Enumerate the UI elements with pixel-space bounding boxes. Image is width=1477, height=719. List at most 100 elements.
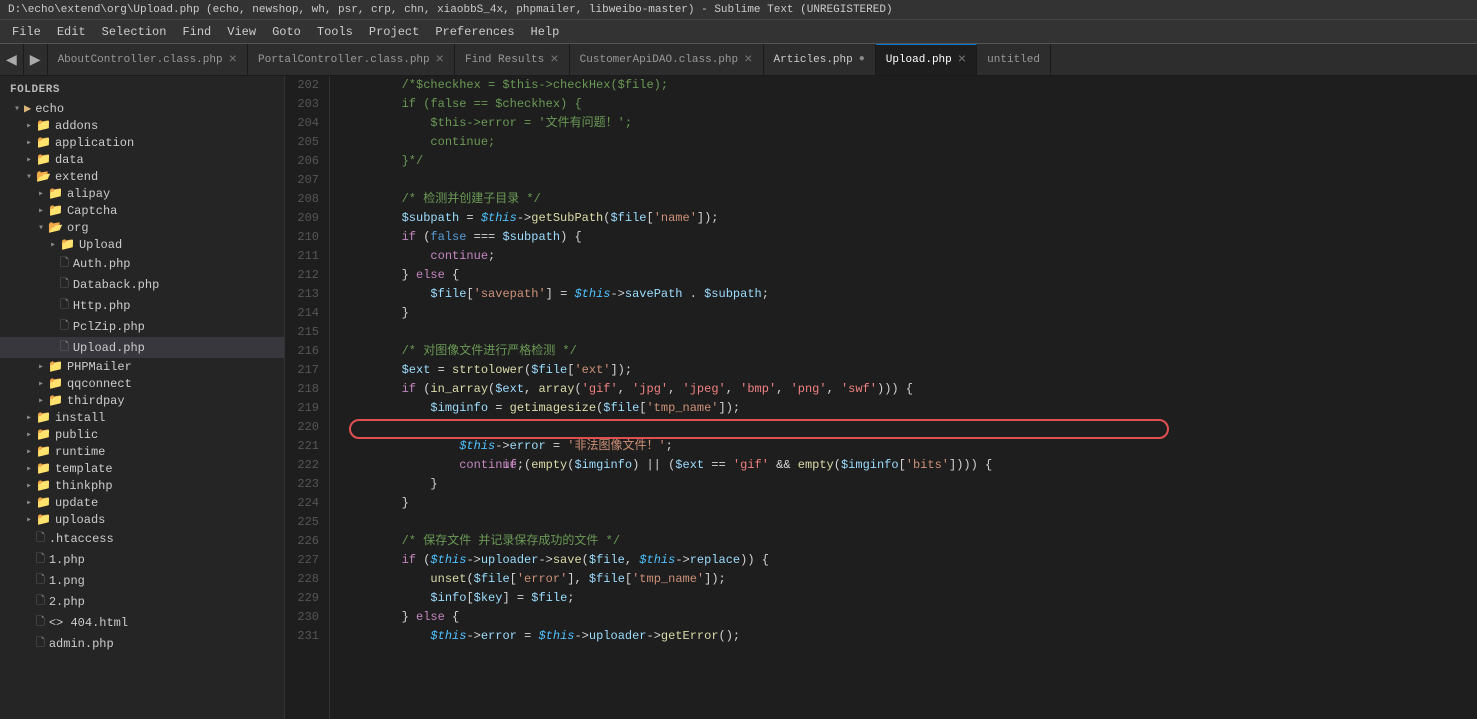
sidebar-item-databack[interactable]: 🗋 Databack.php [0, 274, 284, 295]
folder-label: update [55, 496, 98, 510]
sidebar-item-data[interactable]: ▸ 📁 data [0, 151, 284, 168]
file-label: .htaccess [49, 532, 114, 546]
line-num: 214 [295, 304, 319, 323]
code-line-229: $info[$key] = $file; [344, 589, 1477, 608]
folder-label: qqconnect [67, 377, 132, 391]
arrow-right-icon: ▸ [34, 378, 48, 390]
sidebar-item-pclzip[interactable]: 🗋 PclZip.php [0, 316, 284, 337]
menu-help[interactable]: Help [523, 23, 568, 41]
file-icon: 🗋 [36, 634, 45, 653]
tab-close-icon[interactable]: × [436, 53, 444, 67]
tab-close-icon[interactable]: × [744, 53, 752, 67]
menu-view[interactable]: View [219, 23, 264, 41]
file-icon: 🗋 [60, 338, 69, 357]
tab-prev-btn[interactable]: ◀ [0, 44, 24, 75]
sidebar-item-uploads[interactable]: ▸ 📁 uploads [0, 511, 284, 528]
file-icon: 🗋 [36, 613, 45, 632]
line-num: 219 [295, 399, 319, 418]
menu-goto[interactable]: Goto [264, 23, 309, 41]
tab-label: Articles.php [774, 54, 853, 66]
folder-label: uploads [55, 513, 105, 527]
menu-project[interactable]: Project [361, 23, 427, 41]
folder-label: alipay [67, 187, 110, 201]
code-line-209: $subpath = $this->getSubPath($file['name… [344, 209, 1477, 228]
arrow-right-icon: ▸ [22, 412, 36, 424]
line-num: 211 [295, 247, 319, 266]
line-num: 205 [295, 133, 319, 152]
file-label: <> 404.html [49, 616, 128, 630]
sidebar-item-htaccess[interactable]: 🗋 .htaccess [0, 528, 284, 549]
tab-close-icon[interactable]: × [229, 53, 237, 67]
sidebar-item-http[interactable]: 🗋 Http.php [0, 295, 284, 316]
line-num: 212 [295, 266, 319, 285]
line-num: 206 [295, 152, 319, 171]
arrow-right-icon: ▸ [34, 205, 48, 217]
sidebar-item-1php[interactable]: 🗋 1.php [0, 549, 284, 570]
tab-portal-controller[interactable]: PortalController.class.php × [248, 44, 455, 75]
sidebar-item-install[interactable]: ▸ 📁 install [0, 409, 284, 426]
folder-icon: 📂 [36, 169, 51, 184]
sidebar-item-upload-folder[interactable]: ▸ 📁 Upload [0, 236, 284, 253]
menu-selection[interactable]: Selection [94, 23, 175, 41]
annotation-oval [349, 419, 1169, 439]
line-num: 204 [295, 114, 319, 133]
tab-next-btn[interactable]: ▶ [24, 44, 48, 75]
menubar: File Edit Selection Find View Goto Tools… [0, 20, 1477, 44]
code-editor[interactable]: 202 203 204 205 206 207 208 209 210 211 … [285, 76, 1477, 719]
folder-icon: 📁 [36, 410, 51, 425]
sidebar-item-upload-php[interactable]: 🗋 Upload.php [0, 337, 284, 358]
sidebar-item-extend[interactable]: ▾ 📂 extend [0, 168, 284, 185]
sidebar-item-thinkphp[interactable]: ▸ 📁 thinkphp [0, 477, 284, 494]
folder-icon: 📁 [36, 512, 51, 527]
tab-customer-api[interactable]: CustomerApiDAO.class.php × [570, 44, 764, 75]
tab-about-controller[interactable]: AboutController.class.php × [48, 44, 248, 75]
folder-icon: 📁 [36, 152, 51, 167]
menu-find[interactable]: Find [174, 23, 219, 41]
folder-label: Upload [79, 238, 122, 252]
sidebar-item-echo[interactable]: ▾ ▶ echo [0, 100, 284, 117]
sidebar-item-thirdpay[interactable]: ▸ 📁 thirdpay [0, 392, 284, 409]
sidebar-item-addons[interactable]: ▸ 📁 addons [0, 117, 284, 134]
folder-icon: 📁 [36, 461, 51, 476]
file-label: Databack.php [73, 278, 159, 292]
menu-preferences[interactable]: Preferences [427, 23, 522, 41]
tab-close-icon[interactable]: × [958, 53, 966, 67]
sidebar-item-qqconnect[interactable]: ▸ 📁 qqconnect [0, 375, 284, 392]
titlebar-text: D:\echo\extend\org\Upload.php (echo, new… [8, 4, 893, 16]
sidebar-item-public[interactable]: ▸ 📁 public [0, 426, 284, 443]
code-line-221: $this->error = '非法图像文件！'; [344, 437, 1477, 456]
folder-icon: 📂 [48, 220, 63, 235]
sidebar-item-template[interactable]: ▸ 📁 template [0, 460, 284, 477]
sidebar-item-2php[interactable]: 🗋 2.php [0, 591, 284, 612]
line-num: 215 [295, 323, 319, 342]
code-line-228: unset($file['error'], $file['tmp_name'])… [344, 570, 1477, 589]
line-num: 225 [295, 513, 319, 532]
file-label: Http.php [73, 299, 131, 313]
tab-find-results[interactable]: Find Results × [455, 44, 570, 75]
sidebar-item-adminphp[interactable]: 🗋 admin.php [0, 633, 284, 654]
folder-label: data [55, 153, 84, 167]
folder-label: thinkphp [55, 479, 113, 493]
arrow-right-icon: ▸ [22, 429, 36, 441]
sidebar-item-captcha[interactable]: ▸ 📁 Captcha [0, 202, 284, 219]
code-line-230: } else { [344, 608, 1477, 627]
tab-articles[interactable]: Articles.php ● [764, 44, 876, 75]
menu-file[interactable]: File [4, 23, 49, 41]
sidebar-item-runtime[interactable]: ▸ 📁 runtime [0, 443, 284, 460]
sidebar-item-update[interactable]: ▸ 📁 update [0, 494, 284, 511]
tab-close-icon[interactable]: × [550, 53, 558, 67]
folder-icon: 📁 [36, 118, 51, 133]
sidebar-item-auth[interactable]: 🗋 Auth.php [0, 253, 284, 274]
sidebar-item-org[interactable]: ▾ 📂 org [0, 219, 284, 236]
sidebar-item-application[interactable]: ▸ 📁 application [0, 134, 284, 151]
code-line-203: if (false == $checkhex) { [344, 95, 1477, 114]
line-num: 213 [295, 285, 319, 304]
tab-upload[interactable]: Upload.php × [876, 44, 977, 75]
menu-tools[interactable]: Tools [309, 23, 361, 41]
sidebar-item-404html[interactable]: 🗋 <> 404.html [0, 612, 284, 633]
sidebar-item-phpmailer[interactable]: ▸ 📁 PHPMailer [0, 358, 284, 375]
sidebar-item-1png[interactable]: 🗋 1.png [0, 570, 284, 591]
sidebar-item-alipay[interactable]: ▸ 📁 alipay [0, 185, 284, 202]
menu-edit[interactable]: Edit [49, 23, 94, 41]
tab-untitled[interactable]: untitled [977, 44, 1051, 75]
